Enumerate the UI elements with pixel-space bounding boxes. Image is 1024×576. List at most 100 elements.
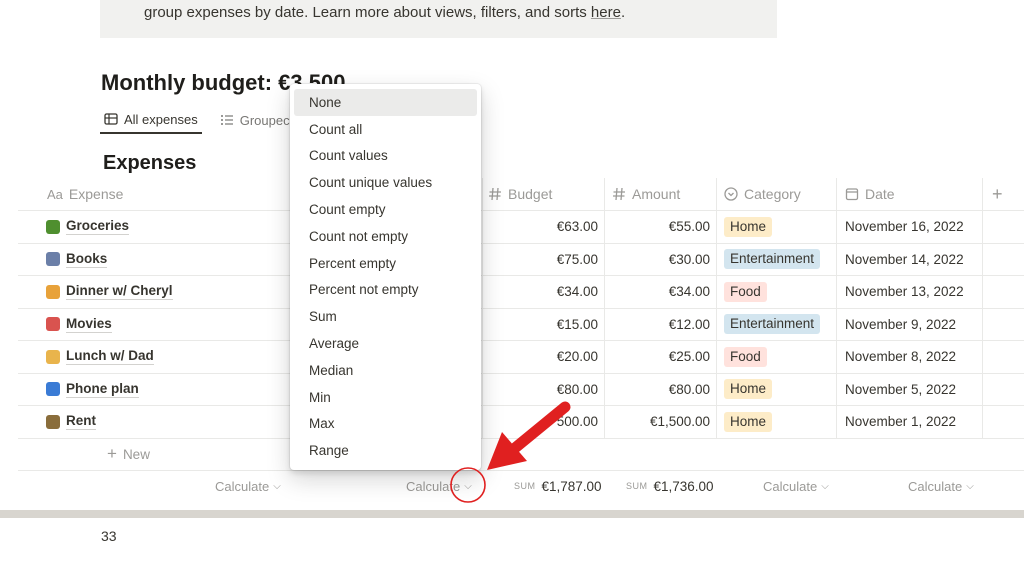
menu-item-median[interactable]: Median xyxy=(294,357,477,384)
column-header-amount[interactable]: Amount xyxy=(612,178,680,210)
menu-item-range[interactable]: Range xyxy=(294,437,477,464)
callout-link[interactable]: here xyxy=(591,4,621,21)
category-cell[interactable]: Home xyxy=(724,406,773,438)
category-cell[interactable]: Entertainment xyxy=(724,309,821,341)
add-column-button[interactable]: + xyxy=(992,178,1003,210)
callout-end: . xyxy=(620,4,626,21)
menu-item-percent-not-empty[interactable]: Percent not empty xyxy=(294,277,477,304)
expense-cell[interactable]: Rent xyxy=(46,406,96,438)
menu-item-average[interactable]: Average xyxy=(294,330,477,357)
amount-cell[interactable]: €1,500.00 xyxy=(606,406,710,438)
new-row-button[interactable]: + New xyxy=(18,439,1024,470)
date-cell[interactable]: November 16, 2022 xyxy=(845,211,964,243)
category-cell[interactable]: Home xyxy=(724,374,773,406)
date-cell[interactable]: November 9, 2022 xyxy=(845,309,956,341)
text-property-icon: Aa xyxy=(47,186,63,202)
table-row[interactable]: Books €75.00 €30.00 Entertainment Novemb… xyxy=(18,243,1024,276)
expense-emoji-icon xyxy=(46,219,60,234)
expense-cell[interactable]: Phone plan xyxy=(46,374,139,406)
page-number: 33 xyxy=(101,528,117,544)
column-header-date[interactable]: Date xyxy=(845,178,895,210)
chevron-down-icon: ⌵ xyxy=(273,480,281,492)
menu-item-count-empty[interactable]: Count empty xyxy=(294,196,477,223)
menu-item-count-unique-values[interactable]: Count unique values xyxy=(294,169,477,196)
calculate-category-button[interactable]: Calculate ⌵ xyxy=(763,471,829,502)
calculate-expense-button[interactable]: Calculate ⌵ xyxy=(215,471,281,502)
date-cell[interactable]: November 1, 2022 xyxy=(845,406,956,438)
expense-cell[interactable]: Groceries xyxy=(46,211,130,243)
calculate-date-button[interactable]: Calculate ⌵ xyxy=(908,471,974,502)
category-tag: Entertainment xyxy=(724,314,821,335)
tab-label: All expenses xyxy=(124,111,198,127)
expense-cell[interactable]: Dinner w/ Cheryl xyxy=(46,276,173,308)
tab-all-expenses[interactable]: All expenses xyxy=(100,106,202,134)
table-row[interactable]: Dinner w/ Cheryl €34.00 €34.00 Food Nove… xyxy=(18,276,1024,309)
amount-cell[interactable]: €34.00 xyxy=(606,276,710,308)
table-row[interactable]: Movies €15.00 €12.00 Entertainment Novem… xyxy=(18,308,1024,341)
expense-name: Movies xyxy=(66,315,112,333)
view-tabs: All expenses Groupec xyxy=(100,106,294,136)
menu-item-percent-empty[interactable]: Percent empty xyxy=(294,250,477,277)
table-row[interactable]: Rent 500.00 €1,500.00 Home November 1, 2… xyxy=(18,406,1024,439)
budget-cell[interactable]: €75.00 xyxy=(486,244,598,276)
callout-box: group expenses by date. Learn more about… xyxy=(100,0,777,38)
calculate-column-button[interactable]: Calculate ⌵ xyxy=(406,471,472,502)
expense-cell[interactable]: Movies xyxy=(46,309,112,341)
number-icon xyxy=(489,187,501,201)
expense-cell[interactable]: Books xyxy=(46,244,108,276)
date-cell[interactable]: November 8, 2022 xyxy=(845,341,956,373)
budget-sum[interactable]: SUM €1,787.00 xyxy=(514,471,602,502)
expense-emoji-icon xyxy=(46,349,60,364)
menu-item-count-not-empty[interactable]: Count not empty xyxy=(294,223,477,250)
category-cell[interactable]: Food xyxy=(724,341,767,373)
amount-cell[interactable]: €30.00 xyxy=(606,244,710,276)
budget-cell[interactable]: 500.00 xyxy=(486,406,598,438)
chevron-down-icon: ⌵ xyxy=(464,480,472,492)
expense-name: Dinner w/ Cheryl xyxy=(66,283,173,301)
date-cell[interactable]: November 14, 2022 xyxy=(845,244,964,276)
expense-name: Books xyxy=(66,250,108,268)
budget-cell[interactable]: €20.00 xyxy=(486,341,598,373)
menu-item-sum[interactable]: Sum xyxy=(294,303,477,330)
budget-cell[interactable]: €15.00 xyxy=(486,309,598,341)
date-cell[interactable]: November 13, 2022 xyxy=(845,276,964,308)
expenses-table: Aa Expense Budget Amount Category Date +… xyxy=(18,178,1024,502)
calendar-icon xyxy=(845,188,859,201)
select-icon xyxy=(724,187,738,201)
column-header-expense[interactable]: Aa Expense xyxy=(47,178,123,210)
column-header-category[interactable]: Category xyxy=(724,178,801,210)
menu-item-count-values[interactable]: Count values xyxy=(294,143,477,170)
table-row[interactable]: Phone plan €80.00 €80.00 Home November 5… xyxy=(18,373,1024,406)
menu-item-max[interactable]: Max xyxy=(294,411,477,438)
amount-cell[interactable]: €25.00 xyxy=(606,341,710,373)
budget-cell[interactable]: €63.00 xyxy=(486,211,598,243)
menu-item-count-all[interactable]: Count all xyxy=(294,116,477,143)
date-cell[interactable]: November 5, 2022 xyxy=(845,374,956,406)
amount-cell[interactable]: €12.00 xyxy=(606,309,710,341)
tab-grouped[interactable]: Groupec xyxy=(216,106,294,134)
budget-cell[interactable]: €80.00 xyxy=(486,374,598,406)
table-row[interactable]: Lunch w/ Dad €20.00 €25.00 Food November… xyxy=(18,341,1024,374)
tab-label: Groupec xyxy=(239,112,290,128)
category-tag: Entertainment xyxy=(724,249,821,270)
menu-item-none[interactable]: None xyxy=(294,89,477,116)
category-tag: Food xyxy=(724,346,767,367)
expense-cell[interactable]: Lunch w/ Dad xyxy=(46,341,154,373)
category-cell[interactable]: Entertainment xyxy=(724,244,821,276)
amount-sum[interactable]: SUM €1,736.00 xyxy=(626,471,714,502)
table-row[interactable]: Groceries €63.00 €55.00 Home November 16… xyxy=(18,211,1024,244)
chevron-down-icon: ⌵ xyxy=(821,480,829,492)
category-cell[interactable]: Home xyxy=(724,211,773,243)
menu-item-min[interactable]: Min xyxy=(294,384,477,411)
amount-cell[interactable]: €80.00 xyxy=(606,374,710,406)
chevron-down-icon: ⌵ xyxy=(966,480,974,492)
column-header-budget[interactable]: Budget xyxy=(488,178,552,210)
divider-bar xyxy=(0,510,1024,518)
category-tag: Food xyxy=(724,281,767,302)
category-cell[interactable]: Food xyxy=(724,276,767,308)
calculation-row: Calculate ⌵ Calculate ⌵ SUM €1,787.00 SUM €1… xyxy=(18,469,1024,502)
amount-cell[interactable]: €55.00 xyxy=(606,211,710,243)
table-header-row: Aa Expense Budget Amount Category Date + xyxy=(18,178,1024,211)
budget-cell[interactable]: €34.00 xyxy=(486,276,598,308)
expense-emoji-icon xyxy=(46,414,60,429)
